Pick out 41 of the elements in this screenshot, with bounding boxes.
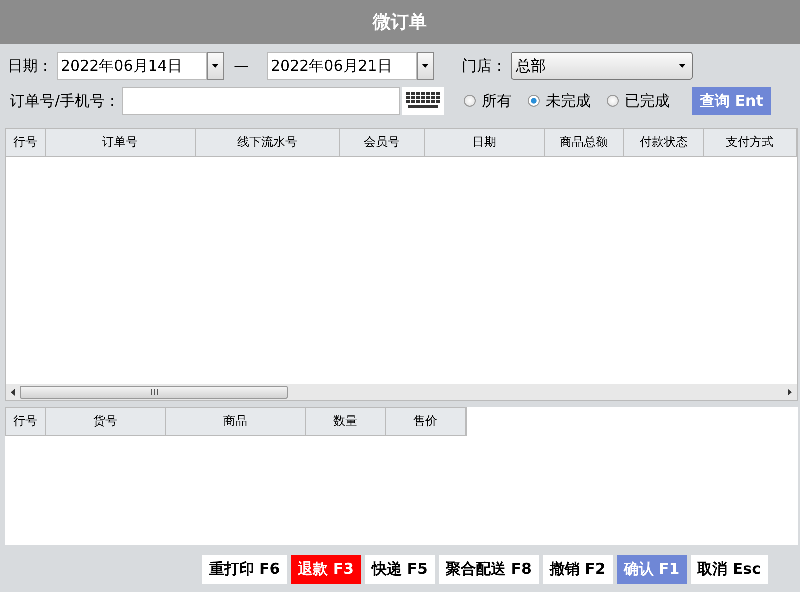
radio-option[interactable]: 未完成 (528, 92, 592, 110)
column-header[interactable]: 会员号 (340, 129, 425, 156)
date-label: 日期： (8, 56, 53, 76)
radio-option[interactable]: 已完成 (607, 92, 670, 110)
caret-icon (422, 64, 429, 68)
store-label: 门店： (462, 56, 507, 76)
caret-icon (679, 64, 686, 68)
grip-icon (150, 389, 158, 395)
action-button[interactable]: 聚合配送 F8 (438, 555, 539, 584)
dropdown-button[interactable] (417, 52, 434, 80)
column-header[interactable]: 货号 (46, 408, 166, 435)
right-arrow-icon[interactable] (788, 388, 792, 396)
action-button[interactable]: 快递 F5 (365, 555, 435, 584)
column-header[interactable]: 商品 (166, 408, 306, 435)
input-field[interactable] (122, 87, 400, 115)
scrollbar[interactable] (6, 384, 797, 400)
date-separator: — (234, 57, 249, 75)
radio-option[interactable]: 所有 (464, 92, 512, 110)
column-header[interactable]: 付款状态 (624, 129, 704, 156)
store-dropdown[interactable]: 总部 (511, 52, 693, 80)
action-button[interactable]: 退款 F3 (291, 555, 362, 584)
column-header[interactable]: 数量 (306, 408, 386, 435)
date-field[interactable]: 2022年06月21日 (267, 52, 417, 80)
action-button[interactable]: 取消 Esc (690, 555, 768, 584)
column-header[interactable]: 日期 (424, 129, 545, 156)
column-header[interactable]: 线下流水号 (196, 129, 340, 156)
action-button[interactable]: 重打印 F6 (202, 555, 288, 584)
keyboard-icon[interactable] (406, 92, 440, 110)
column-header[interactable]: 行号 (6, 129, 46, 156)
dropdown-button[interactable] (207, 52, 224, 80)
window-title: 微订单 (373, 11, 427, 34)
action-button[interactable]: 撤销 F2 (542, 555, 613, 584)
column-header[interactable]: 行号 (6, 408, 46, 435)
column-header[interactable]: 商品总额 (544, 129, 624, 156)
column-header[interactable]: 售价 (386, 408, 466, 435)
caret-icon (212, 64, 219, 68)
column-header[interactable]: 订单号 (46, 129, 196, 156)
left-arrow-icon[interactable] (11, 388, 15, 396)
column-header[interactable]: 支付方式 (704, 129, 798, 156)
date-field[interactable]: 2022年06月14日 (57, 52, 207, 80)
order-label: 订单号/手机号： (10, 92, 120, 110)
